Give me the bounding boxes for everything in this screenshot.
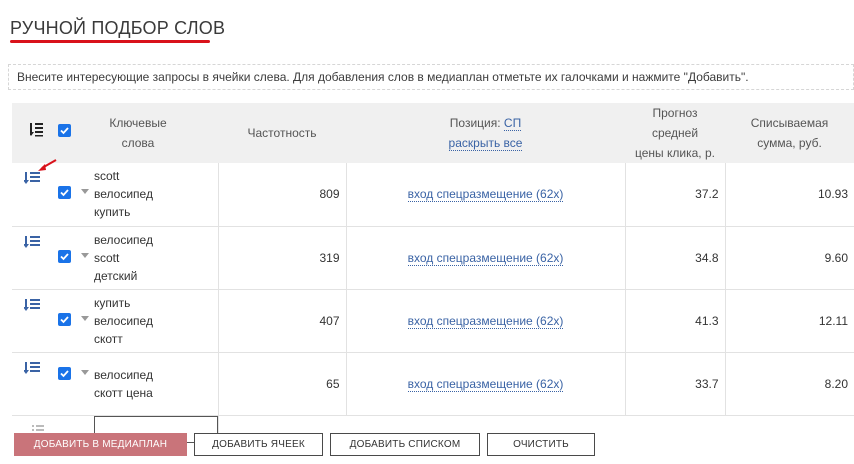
position-link[interactable]: вход спецразмещение (62x) <box>407 187 564 203</box>
header-charge-line1: Списываемая <box>750 116 829 130</box>
header-position-label: Позиция: <box>449 116 501 130</box>
keyword-word: велосипед <box>94 232 153 247</box>
header-keywords-line1: Ключевые <box>109 116 167 130</box>
annotation-arrow-icon <box>38 159 57 171</box>
position-link[interactable]: вход спецразмещение (62x) <box>407 376 564 392</box>
page-title: РУЧНОЙ ПОДБОР СЛОВ <box>10 18 226 38</box>
charge-cell: 9.60 <box>724 226 854 290</box>
new-row-empty-cell <box>625 415 725 443</box>
keyword-word: scott <box>94 250 120 265</box>
row-checkbox[interactable] <box>58 249 71 263</box>
sort-icon[interactable] <box>30 121 44 137</box>
keyword-word: купить <box>94 205 131 220</box>
forecast-cell: 41.3 <box>624 289 725 353</box>
position-link[interactable]: вход спецразмещение (62x) <box>407 313 564 329</box>
header-frequency: Частотность <box>218 103 346 163</box>
keyword-word: купить <box>94 295 131 310</box>
forecast-cell: 33.7 <box>624 352 725 416</box>
frequency-cell: 809 <box>217 163 346 227</box>
title-underline <box>10 40 210 43</box>
keyword-cell: scott велосипед купить <box>94 163 218 227</box>
add-list-button[interactable]: добавить списком <box>330 433 480 456</box>
position-select-link[interactable]: СП <box>503 116 522 131</box>
keyword-word: детский <box>94 268 138 283</box>
row-checkbox[interactable] <box>58 186 71 199</box>
row-checkbox[interactable] <box>58 366 71 380</box>
table-header-row: Ключевые слова Частотность Позиция: СП р… <box>12 103 854 163</box>
header-controls <box>12 103 94 163</box>
position-cell: вход спецразмещение (62x) <box>345 163 625 227</box>
expand-all-link[interactable]: раскрыть все <box>448 136 523 151</box>
chevron-down-icon[interactable] <box>81 252 89 258</box>
row-controls <box>12 226 94 290</box>
row-controls <box>12 289 94 353</box>
header-forecast-line2: цены клика, р. <box>635 146 715 160</box>
header-forecast: Прогноз средней цены клика, р. <box>625 103 725 163</box>
charge-cell: 12.11 <box>724 289 854 353</box>
chevron-down-icon[interactable] <box>81 315 89 321</box>
keyword-cell: купить велосипед скотт <box>94 289 218 353</box>
sort-icon[interactable] <box>24 235 42 249</box>
header-keywords-line2: слова <box>121 136 155 150</box>
select-all-checkbox[interactable] <box>58 124 71 137</box>
header-position: Позиция: СП раскрыть все <box>346 103 625 163</box>
keyword-word: велосипед <box>94 187 153 202</box>
charge-cell: 10.93 <box>724 163 854 227</box>
table-row: велосипед scott детский 319 вход спецраз… <box>12 226 854 290</box>
header-charge: Списываемая сумма, руб. <box>725 103 854 163</box>
position-link[interactable]: вход спецразмещение (62x) <box>407 250 564 266</box>
keyword-word: скотт <box>94 331 123 346</box>
table-row: велосипед скотт цена 65 вход спецразмеще… <box>12 352 854 416</box>
chevron-down-icon[interactable] <box>81 189 89 194</box>
position-cell: вход спецразмещение (62x) <box>345 289 625 353</box>
keyword-cell: велосипед scott детский <box>94 226 218 290</box>
header-forecast-line1: Прогноз средней <box>651 106 699 140</box>
header-charge-line2: сумма, руб. <box>757 136 822 150</box>
clear-button[interactable]: очистить <box>487 433 595 456</box>
header-keywords: Ключевые слова <box>94 103 218 163</box>
frequency-cell: 319 <box>217 226 346 290</box>
add-to-mediaplan-button[interactable]: добавить в медиаплан <box>14 433 187 456</box>
chevron-down-icon[interactable] <box>81 369 89 375</box>
keyword-word: велосипед <box>94 367 153 382</box>
sort-icon[interactable] <box>24 298 42 312</box>
keyword-word: скотт цена <box>94 385 153 400</box>
keyword-word: велосипед <box>94 313 153 328</box>
table-row: scott велосипед купить 809 вход спецразм… <box>12 163 854 227</box>
sort-icon[interactable] <box>24 361 42 375</box>
row-controls <box>12 352 94 416</box>
keywords-table: Ключевые слова Частотность Позиция: СП р… <box>12 103 854 443</box>
charge-cell: 8.20 <box>724 352 854 416</box>
position-cell: вход спецразмещение (62x) <box>345 352 625 416</box>
frequency-cell: 407 <box>217 289 346 353</box>
forecast-cell: 34.8 <box>624 226 725 290</box>
row-checkbox[interactable] <box>58 312 71 326</box>
keyword-word: scott <box>94 169 120 184</box>
new-row-empty-cell <box>725 415 854 443</box>
frequency-cell: 65 <box>217 352 346 416</box>
info-message: Внесите интересующие запросы в ячейки сл… <box>8 64 854 90</box>
position-cell: вход спецразмещение (62x) <box>345 226 625 290</box>
add-cells-button[interactable]: добавить ячеек <box>194 433 323 456</box>
table-row: купить велосипед скотт 407 вход спецразм… <box>12 289 854 353</box>
forecast-cell: 37.2 <box>624 163 725 227</box>
keyword-cell: велосипед скотт цена <box>94 352 218 416</box>
